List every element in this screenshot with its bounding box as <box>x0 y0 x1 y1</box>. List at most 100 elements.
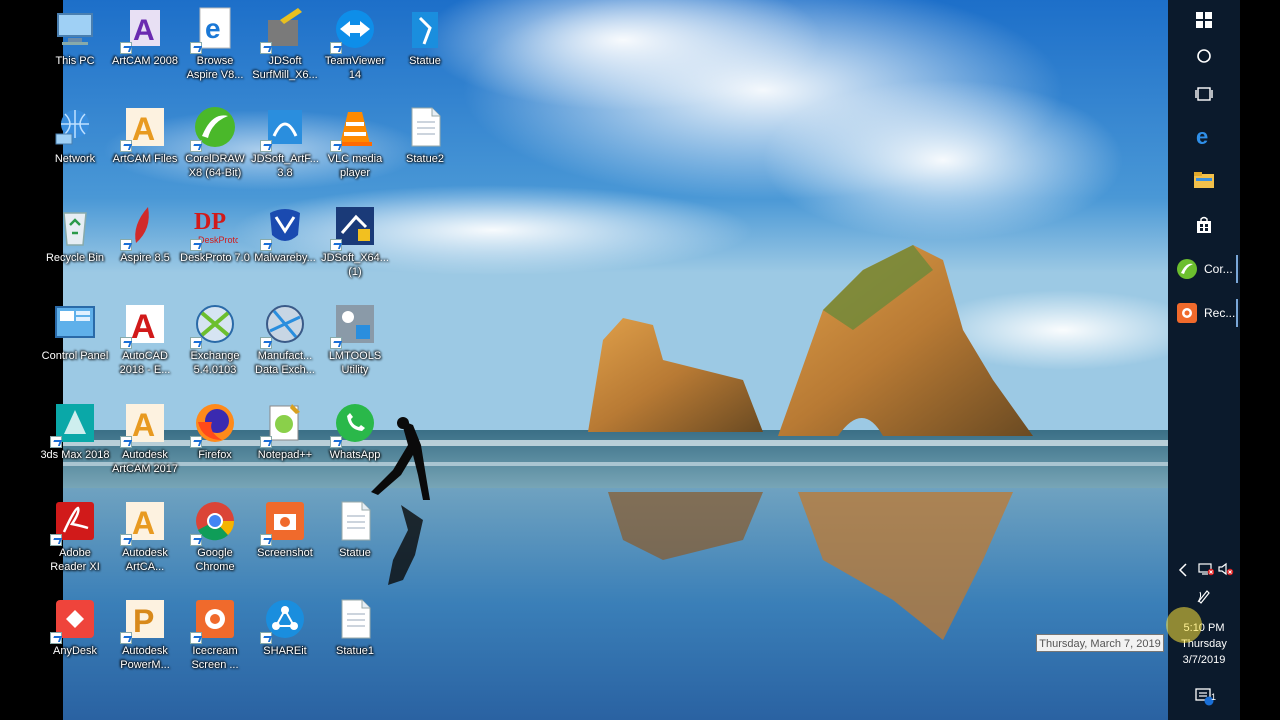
desktop-icon-label: JDSoft_X64... (1) <box>321 252 389 278</box>
desktop-icon[interactable]: Google Chrome <box>180 492 250 574</box>
desktop-icon-label: DeskProto 7.0 <box>180 252 250 264</box>
desktop-icon[interactable]: Adobe Reader XI <box>40 492 110 574</box>
shortcut-arrow-icon <box>260 632 272 644</box>
file-explorer-icon[interactable] <box>1168 160 1240 200</box>
desktop-icon[interactable]: This PC <box>40 0 110 68</box>
desktop-icon[interactable]: A Autodesk ArtCAM 2017 <box>110 394 180 476</box>
document-icon <box>332 498 378 544</box>
desktop-icon-label: Statue <box>339 547 371 559</box>
autocad-icon: A <box>120 301 168 349</box>
desktop-icon[interactable]: Screenshot <box>250 492 320 560</box>
powermill-icon: P <box>120 596 168 644</box>
shortcut-arrow-icon <box>330 337 342 349</box>
shortcut-arrow-icon <box>120 436 132 448</box>
desktop-icon[interactable]: Statue1 <box>320 590 390 658</box>
desktop-icon[interactable]: Control Panel <box>40 295 110 363</box>
shortcut-arrow-icon <box>190 239 202 251</box>
store-icon[interactable] <box>1168 205 1240 245</box>
shortcut-arrow-icon <box>260 337 272 349</box>
desktop-icon-label: WhatsApp <box>329 449 381 461</box>
desktop-icon[interactable]: P Autodesk PowerM... <box>110 590 180 672</box>
desktop-icon-label: TeamViewer 14 <box>324 55 386 81</box>
desktop-icon[interactable]: DP DeskProto DeskProto 7.0 <box>180 197 250 265</box>
desktop-icon[interactable]: SHAREit <box>250 590 320 658</box>
desktop-icon[interactable]: Malwareby... <box>250 197 320 265</box>
task-view-icon[interactable] <box>1168 74 1240 114</box>
desktop-icon-label: Statue1 <box>336 645 374 657</box>
3ds-max-icon <box>50 400 98 448</box>
desktop-icon-label: Network <box>54 153 96 165</box>
desktop-icon[interactable]: WhatsApp <box>320 394 390 462</box>
desktop-icon-label: Autodesk ArtCAM 2017 <box>111 449 179 475</box>
desktop-icon-label: Autodesk ArtCA... <box>122 547 168 573</box>
desktop-icon-label: Autodesk PowerM... <box>120 645 170 671</box>
desktop-icon[interactable]: e Browse Aspire V8... <box>180 0 250 82</box>
cortana-search-icon[interactable] <box>1168 36 1240 76</box>
shortcut-arrow-icon <box>120 337 132 349</box>
network-icon <box>52 104 98 150</box>
shortcut-arrow-icon <box>190 337 202 349</box>
document-icon <box>332 596 378 642</box>
shortcut-arrow-icon <box>260 534 272 546</box>
action-center-button[interactable]: 1 <box>1168 676 1240 716</box>
desktop-icon[interactable]: CorelDRAW X8 (64-Bit) <box>180 98 250 180</box>
chevron-left-icon[interactable] <box>1178 563 1188 577</box>
taskbar-app-recorder[interactable]: Rec... <box>1168 293 1240 333</box>
desktop-icon[interactable]: Network <box>40 98 110 166</box>
desktop-icon[interactable]: Recycle Bin <box>40 197 110 265</box>
document-icon <box>402 104 448 150</box>
desktop-icon-label: Malwareby... <box>254 252 316 264</box>
desktop-icon-label: Control Panel <box>41 350 109 362</box>
desktop-icon-label: SHAREit <box>263 645 307 657</box>
shortcut-arrow-icon <box>330 42 342 54</box>
desktop-icon[interactable]: TeamViewer 14 <box>320 0 390 82</box>
desktop-icon[interactable]: Exchange 5.4.0103 <box>180 295 250 377</box>
desktop-icon[interactable]: VLC media player <box>320 98 390 180</box>
desktop-icon[interactable]: A AutoCAD 2018 - E... <box>110 295 180 377</box>
taskbar-app-coreldraw[interactable]: Cor... <box>1168 249 1240 289</box>
desktop-icon[interactable]: AnyDesk <box>40 590 110 658</box>
windows-start-icon[interactable] <box>1168 0 1240 40</box>
desktop-icon[interactable]: A ArtCAM Files <box>110 98 180 166</box>
control-panel-icon <box>52 301 98 347</box>
desktop-icon[interactable]: Manufact... Data Exch... <box>250 295 320 377</box>
desktop-icon[interactable]: Statue <box>320 492 390 560</box>
shortcut-arrow-icon <box>190 534 202 546</box>
pen-icon[interactable] <box>1196 588 1212 604</box>
exchange-icon <box>190 301 238 349</box>
notification-count-badge: 1 <box>1211 692 1217 702</box>
desktop-icon[interactable]: LMTOOLS Utility <box>320 295 390 377</box>
desktop-icon[interactable]: A Autodesk ArtCA... <box>110 492 180 574</box>
volume-muted-icon[interactable] <box>1218 562 1234 576</box>
desktop-icon[interactable]: JDSoft SurfMill_X6... <box>250 0 320 82</box>
desktop-icon[interactable]: JDSoft_ArtF... 3.8 <box>250 98 320 180</box>
svg-text:DP: DP <box>194 209 226 235</box>
shortcut-arrow-icon <box>330 140 342 152</box>
taskbar-app-label: Rec... <box>1204 306 1236 320</box>
desktop-icon[interactable]: Icecream Screen ... <box>180 590 250 672</box>
shortcut-arrow-icon <box>260 42 272 54</box>
statue-app-icon <box>402 6 448 52</box>
desktop-icon[interactable]: Statue2 <box>390 98 460 166</box>
desktop-icon[interactable]: JDSoft_X64... (1) <box>320 197 390 279</box>
network-disconnected-icon[interactable] <box>1198 562 1214 576</box>
desktop-icon[interactable]: Statue <box>390 0 460 68</box>
desktop-icon[interactable]: Firefox <box>180 394 250 462</box>
svg-text:e: e <box>1196 125 1208 147</box>
desktop-icon-label: 3ds Max 2018 <box>40 449 110 461</box>
desktop-icon[interactable]: A ArtCAM 2008 <box>110 0 180 68</box>
desktop-icon-label: VLC media player <box>327 153 383 179</box>
desktop-icon-label: Statue <box>409 55 441 67</box>
shortcut-arrow-icon <box>120 632 132 644</box>
screenshot-icon <box>260 498 308 546</box>
shortcut-arrow-icon <box>190 632 202 644</box>
edge-icon[interactable]: e <box>1168 116 1240 156</box>
recycle-bin-icon <box>52 203 98 249</box>
shortcut-arrow-icon <box>120 42 132 54</box>
desktop-icon[interactable]: Aspire 8.5 <box>110 197 180 265</box>
desktop-icon[interactable]: Notepad++ <box>250 394 320 462</box>
desktop-icon-label: Manufact... Data Exch... <box>255 350 315 376</box>
desktop-icon[interactable]: 3ds Max 2018 <box>40 394 110 462</box>
desktop-icon-label: Adobe Reader XI <box>50 547 100 573</box>
adobe-reader-icon <box>50 498 98 546</box>
